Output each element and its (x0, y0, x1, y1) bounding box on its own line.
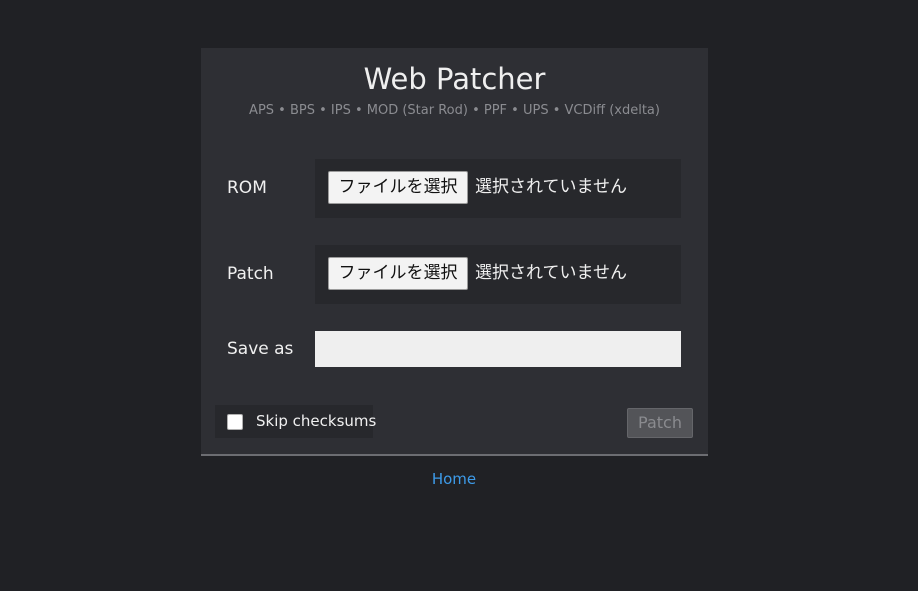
rom-label: ROM (227, 178, 267, 198)
home-link[interactable]: Home (0, 470, 908, 488)
patch-choose-file-button[interactable]: ファイルを選択 (328, 257, 468, 290)
rom-choose-file-button[interactable]: ファイルを選択 (328, 171, 468, 204)
skip-checksums-toggle[interactable]: Skip checksums (215, 405, 377, 438)
skip-checksums-checkbox[interactable] (227, 414, 243, 430)
rom-file-status: 選択されていません (475, 177, 627, 197)
skip-checksums-label: Skip checksums (256, 412, 377, 430)
patch-file-status: 選択されていません (475, 263, 627, 283)
save-as-label: Save as (227, 339, 294, 359)
rom-file-input: ファイルを選択 選択されていません (315, 159, 681, 218)
save-as-input[interactable] (315, 331, 681, 367)
patch-label: Patch (227, 264, 274, 284)
patch-file-input: ファイルを選択 選択されていません (315, 245, 681, 304)
supported-formats: APS • BPS • IPS • MOD (Star Rod) • PPF •… (249, 103, 660, 118)
page-title: Web Patcher (363, 62, 546, 96)
patch-button[interactable]: Patch (627, 408, 693, 438)
patcher-panel: Web Patcher APS • BPS • IPS • MOD (Star … (201, 48, 708, 456)
